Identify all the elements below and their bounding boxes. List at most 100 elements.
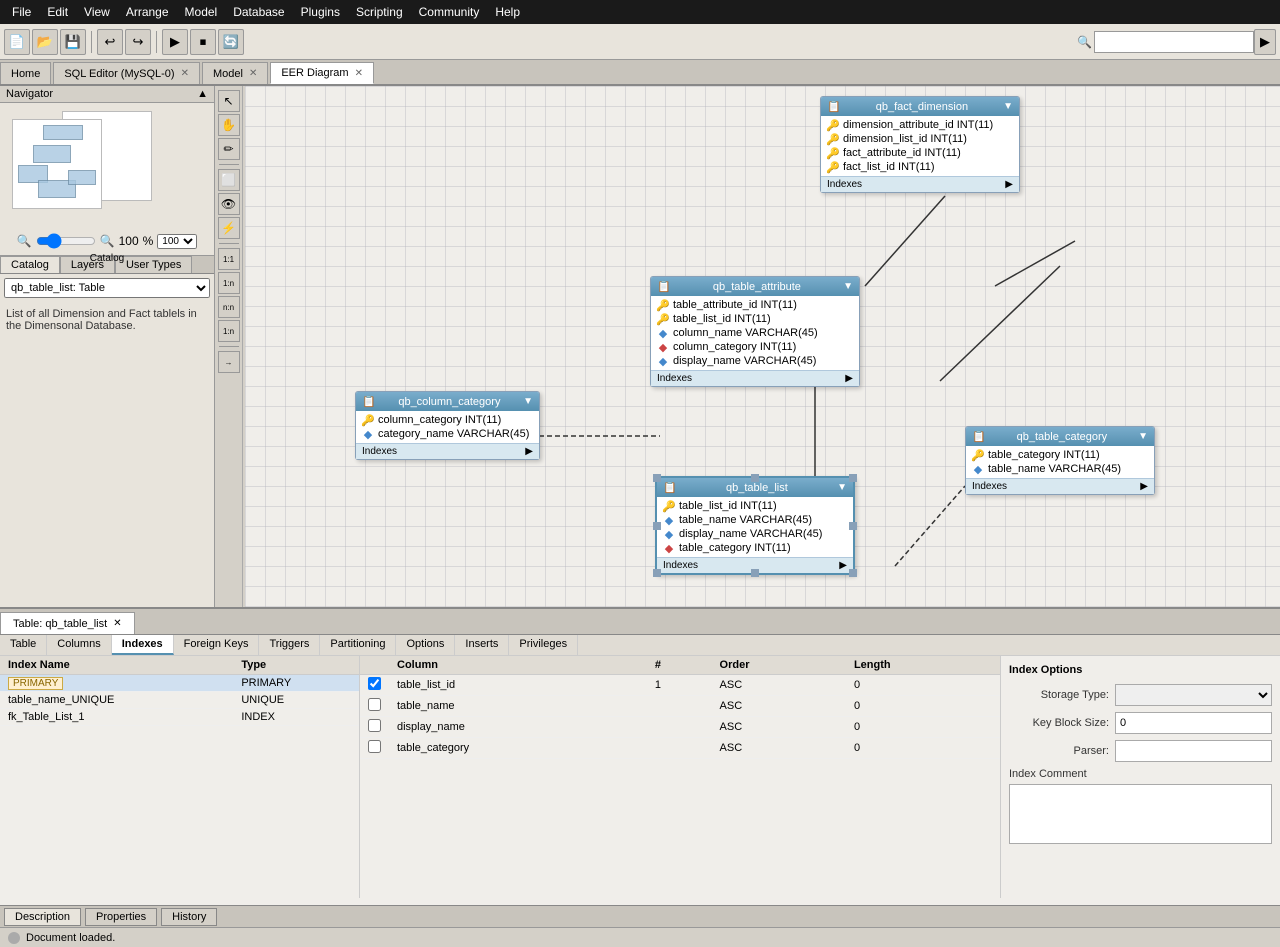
tab-eer-diagram[interactable]: EER Diagram ✕: [270, 62, 374, 84]
eer-indexes-column-category[interactable]: Indexes ▶: [356, 443, 539, 459]
col-checkbox[interactable]: [368, 698, 381, 711]
index-row-fk[interactable]: fk_Table_List_1 INDEX: [0, 709, 359, 726]
menu-file[interactable]: File: [4, 3, 39, 21]
relation-1-1-tool[interactable]: 1:1: [218, 248, 240, 270]
eer-indexes-fact-dimension[interactable]: Indexes ▶: [821, 176, 1019, 192]
select-tool[interactable]: ↖: [218, 90, 240, 112]
menu-help[interactable]: Help: [487, 3, 528, 21]
eer-table-header-fact-dimension[interactable]: 📋 qb_fact_dimension ▼: [821, 97, 1019, 116]
routine-tool[interactable]: ⚡: [218, 217, 240, 239]
tab-model-close[interactable]: ✕: [249, 68, 257, 79]
relation-special-tool[interactable]: →: [218, 351, 240, 373]
col-checkbox[interactable]: [368, 719, 381, 732]
inner-tab-foreign-keys[interactable]: Foreign Keys: [174, 635, 260, 655]
indexes-expand-icon[interactable]: ▶: [525, 446, 533, 457]
storage-type-select[interactable]: [1115, 684, 1272, 706]
new-button[interactable]: 📄: [4, 29, 30, 55]
indexes-expand-icon[interactable]: ▶: [845, 373, 853, 384]
bi-tab-description[interactable]: Description: [4, 908, 81, 926]
index-row-unique[interactable]: table_name_UNIQUE UNIQUE: [0, 692, 359, 709]
detail-tab-table-list[interactable]: Table: qb_table_list ✕: [0, 612, 135, 634]
hand-tool[interactable]: ✋: [218, 114, 240, 136]
eer-table-qb-table-attribute[interactable]: 📋 qb_table_attribute ▼ 🔑 table_attribute…: [650, 276, 860, 387]
eer-table-qb-fact-dimension[interactable]: 📋 qb_fact_dimension ▼ 🔑 dimension_attrib…: [820, 96, 1020, 193]
relation-1-n-tool[interactable]: 1:n: [218, 272, 240, 294]
detail-tab-close[interactable]: ✕: [113, 618, 121, 629]
resize-handle-ml[interactable]: [653, 522, 661, 530]
menu-arrange[interactable]: Arrange: [118, 3, 177, 21]
eer-table-qb-column-category[interactable]: 📋 qb_column_category ▼ 🔑 column_category…: [355, 391, 540, 460]
redo-button[interactable]: ↪: [125, 29, 151, 55]
column-category-expand[interactable]: ▼: [523, 396, 533, 407]
menu-plugins[interactable]: Plugins: [293, 3, 348, 21]
save-button[interactable]: 💾: [60, 29, 86, 55]
navigator-expand-icon[interactable]: ▲: [197, 88, 208, 100]
inner-tab-privileges[interactable]: Privileges: [509, 635, 578, 655]
resize-handle-bl[interactable]: [653, 569, 661, 577]
menu-view[interactable]: View: [76, 3, 118, 21]
tab-eer-diagram-close[interactable]: ✕: [355, 68, 363, 79]
fact-dimension-expand[interactable]: ▼: [1003, 101, 1013, 112]
search-submit-button[interactable]: ▶: [1254, 29, 1276, 55]
col-checkbox[interactable]: [368, 677, 381, 690]
resize-handle-tm[interactable]: [751, 474, 759, 482]
inner-tab-indexes[interactable]: Indexes: [112, 635, 174, 655]
zoom-select[interactable]: 10050200: [157, 234, 197, 249]
eer-table-qb-table-list[interactable]: 📋 qb_table_list ▼ 🔑 table_list_id INT(11…: [655, 476, 855, 575]
index-row-primary[interactable]: PRIMARY PRIMARY: [0, 675, 359, 692]
open-button[interactable]: 📂: [32, 29, 58, 55]
schema-dropdown[interactable]: qb_table_list: Table: [4, 278, 210, 298]
index-col-row-table-name[interactable]: table_name ASC 0: [360, 696, 1000, 717]
bi-tab-properties[interactable]: Properties: [85, 908, 157, 926]
bi-tab-history[interactable]: History: [161, 908, 217, 926]
resize-handle-br[interactable]: [849, 569, 857, 577]
inner-tab-table[interactable]: Table: [0, 635, 47, 655]
menu-scripting[interactable]: Scripting: [348, 3, 411, 21]
col-checkbox[interactable]: [368, 740, 381, 753]
index-col-row-display-name[interactable]: display_name ASC 0: [360, 717, 1000, 738]
resize-handle-tl[interactable]: [653, 474, 661, 482]
refresh-button[interactable]: 🔄: [218, 29, 244, 55]
inner-tab-partitioning[interactable]: Partitioning: [320, 635, 396, 655]
tab-model[interactable]: Model ✕: [202, 62, 268, 84]
resize-handle-bm[interactable]: [751, 569, 759, 577]
check-cell[interactable]: [360, 696, 389, 717]
indexes-expand-icon[interactable]: ▶: [1005, 179, 1013, 190]
eer-indexes-table-attribute[interactable]: Indexes ▶: [651, 370, 859, 386]
check-cell[interactable]: [360, 675, 389, 696]
inner-tab-inserts[interactable]: Inserts: [455, 635, 509, 655]
stop-button[interactable]: ⏹: [190, 29, 216, 55]
zoom-slider[interactable]: [36, 233, 96, 249]
execute-button[interactable]: ▶: [162, 29, 188, 55]
menu-model[interactable]: Model: [177, 3, 226, 21]
check-cell[interactable]: [360, 738, 389, 759]
index-comment-textarea[interactable]: [1009, 784, 1272, 844]
menu-database[interactable]: Database: [225, 3, 292, 21]
menu-edit[interactable]: Edit: [39, 3, 76, 21]
table-tool[interactable]: ⬜: [218, 169, 240, 191]
resize-handle-mr[interactable]: [849, 522, 857, 530]
view-tool[interactable]: 👁: [218, 193, 240, 215]
resize-handle-tr[interactable]: [849, 474, 857, 482]
index-col-row-table-list-id[interactable]: table_list_id 1 ASC 0: [360, 675, 1000, 696]
key-block-size-input[interactable]: [1115, 712, 1272, 734]
eer-table-header-column-category[interactable]: 📋 qb_column_category ▼: [356, 392, 539, 411]
eraser-tool[interactable]: ✏: [218, 138, 240, 160]
inner-tab-options[interactable]: Options: [396, 635, 455, 655]
eer-indexes-table-category[interactable]: Indexes ▶: [966, 478, 1154, 494]
zoom-out-icon[interactable]: 🔍: [17, 234, 32, 248]
eer-table-qb-table-category[interactable]: 📋 qb_table_category ▼ 🔑 table_category I…: [965, 426, 1155, 495]
zoom-in-icon[interactable]: 🔍: [100, 234, 115, 248]
check-cell[interactable]: [360, 717, 389, 738]
tab-sql-editor[interactable]: SQL Editor (MySQL-0) ✕: [53, 62, 200, 84]
parser-input[interactable]: [1115, 740, 1272, 762]
table-list-expand[interactable]: ▼: [837, 482, 847, 493]
tab-home[interactable]: Home: [0, 62, 51, 84]
table-attribute-expand[interactable]: ▼: [843, 281, 853, 292]
inner-tab-columns[interactable]: Columns: [47, 635, 111, 655]
tab-sql-editor-close[interactable]: ✕: [181, 68, 189, 79]
indexes-expand-icon[interactable]: ▶: [1140, 481, 1148, 492]
relation-11n-tool[interactable]: 1:n: [218, 320, 240, 342]
indexes-expand-icon[interactable]: ▶: [839, 560, 847, 571]
table-category-expand[interactable]: ▼: [1138, 431, 1148, 442]
